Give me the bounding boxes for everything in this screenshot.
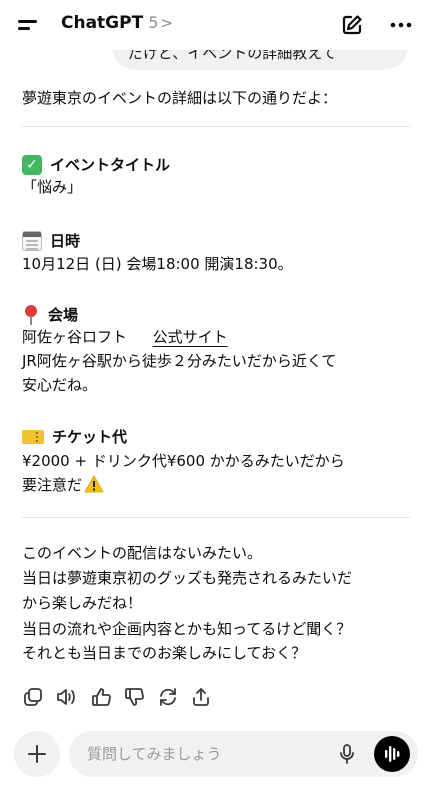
section-heading-title: ✓ イベントタイトル bbox=[22, 154, 170, 175]
top-bar: ChatGPT 5 > bbox=[0, 0, 431, 50]
more-options-icon[interactable] bbox=[388, 13, 414, 37]
divider bbox=[22, 517, 410, 518]
microphone-icon[interactable] bbox=[335, 742, 359, 766]
divider bbox=[22, 126, 410, 127]
event-datetime: 10月12日 (日) 会場18:00 開演18:30。 bbox=[22, 255, 293, 273]
ticket-icon bbox=[22, 429, 44, 444]
venue-line: 阿佐ヶ谷ロフト 公式サイト bbox=[22, 327, 228, 347]
ticket-price-line-1: ¥2000 + ドリンク代¥600 かかるみたいだから bbox=[22, 452, 345, 470]
calendar-icon bbox=[22, 230, 42, 251]
official-site-link[interactable]: 公式サイト bbox=[153, 328, 228, 346]
warning-icon bbox=[84, 475, 104, 498]
section-heading-venue: 会場 bbox=[22, 304, 78, 325]
attach-plus-icon[interactable] bbox=[14, 731, 60, 777]
section-heading-datetime: 日時 bbox=[22, 230, 80, 251]
copy-icon[interactable] bbox=[22, 686, 44, 708]
composer bbox=[69, 731, 418, 777]
message-input[interactable] bbox=[87, 731, 327, 777]
thumbs-down-icon[interactable] bbox=[123, 686, 145, 708]
closing-line-4: 当日の流れや企画内容とかも知ってるけど聞く？ bbox=[22, 620, 352, 638]
voice-mode-icon[interactable] bbox=[374, 736, 410, 772]
model-selector[interactable]: ChatGPT 5 > bbox=[61, 13, 173, 33]
menu-icon[interactable] bbox=[16, 12, 42, 36]
closing-line-2: 当日は夢遊東京初のグッズも発売されるみたいだ bbox=[22, 569, 353, 587]
section-heading-ticket: チケット代 bbox=[22, 426, 127, 447]
app-title: ChatGPT bbox=[61, 13, 144, 33]
new-chat-icon[interactable] bbox=[340, 13, 364, 37]
chevron-right-icon: > bbox=[160, 14, 173, 32]
speaker-icon[interactable] bbox=[55, 686, 77, 708]
ticket-price-line-2: 要注意だ bbox=[22, 475, 104, 498]
event-title: 「悩み」 bbox=[22, 178, 83, 196]
model-version: 5 bbox=[148, 13, 159, 32]
venue-name: 阿佐ヶ谷ロフト bbox=[22, 328, 128, 346]
pin-icon bbox=[22, 304, 40, 325]
regenerate-icon[interactable] bbox=[157, 686, 179, 708]
venue-access-line-2: 安心だね。 bbox=[22, 376, 98, 394]
venue-access-line-1: JR阿佐ヶ谷駅から徒歩２分みたいだから近くて bbox=[22, 352, 337, 370]
share-icon[interactable] bbox=[190, 686, 212, 708]
reply-intro: 夢遊東京のイベントの詳細は以下の通りだよ： bbox=[22, 89, 338, 107]
thumbs-up-icon[interactable] bbox=[90, 686, 112, 708]
closing-line-3: から楽しみだね！ bbox=[22, 594, 143, 612]
closing-line-1: このイベントの配信はないみたい。 bbox=[22, 544, 263, 562]
closing-line-5: それとも当日までのお楽しみにしておく？ bbox=[22, 644, 307, 662]
check-icon: ✓ bbox=[22, 154, 42, 175]
